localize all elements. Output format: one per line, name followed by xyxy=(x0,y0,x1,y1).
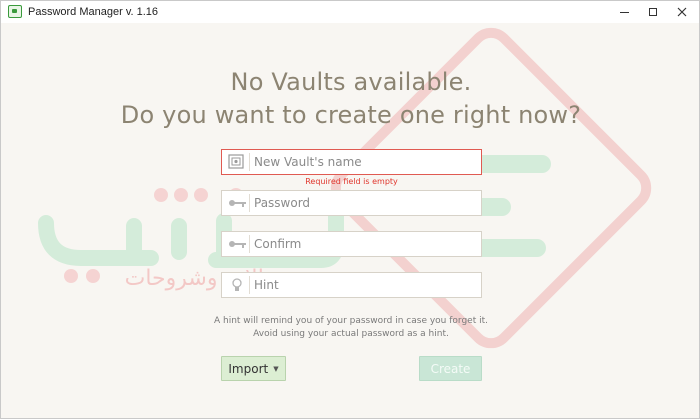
window-title: Password Manager v. 1.16 xyxy=(28,6,159,18)
minimize-icon xyxy=(619,11,629,13)
headline-no-vaults: No Vaults available. xyxy=(230,68,472,96)
vault-name-error: Required field is empty xyxy=(305,177,398,186)
create-button[interactable]: Create xyxy=(419,356,482,381)
hint-input[interactable] xyxy=(254,275,478,295)
vault-name-field[interactable] xyxy=(221,149,482,175)
app-logo-icon xyxy=(8,5,22,18)
import-button[interactable]: Import ▼ xyxy=(221,356,286,381)
lightbulb-icon xyxy=(226,276,250,294)
app-window: Password Manager v. 1.16 مقالات وشروحات … xyxy=(0,0,700,419)
hint-note-line2: Avoid using your actual password as a hi… xyxy=(253,329,449,339)
hint-field[interactable] xyxy=(221,272,482,298)
confirm-field[interactable] xyxy=(221,231,482,257)
headline-create-prompt: Do you want to create one right now? xyxy=(120,101,582,129)
maximize-icon xyxy=(649,8,657,16)
hint-note-line1: A hint will remind you of your password … xyxy=(213,316,488,326)
minimize-button[interactable] xyxy=(609,1,639,23)
key-icon xyxy=(226,194,250,212)
close-button[interactable] xyxy=(667,1,697,23)
confirm-input[interactable] xyxy=(254,234,478,254)
title-bar: Password Manager v. 1.16 xyxy=(1,1,699,23)
vault-icon xyxy=(226,153,250,171)
password-field[interactable] xyxy=(221,190,482,216)
caret-down-icon: ▼ xyxy=(273,364,279,373)
vault-name-input[interactable] xyxy=(254,152,478,172)
password-input[interactable] xyxy=(254,193,478,213)
maximize-button[interactable] xyxy=(638,1,668,23)
close-icon xyxy=(677,7,687,17)
key-icon xyxy=(226,235,250,253)
import-button-label: Import xyxy=(228,361,269,376)
